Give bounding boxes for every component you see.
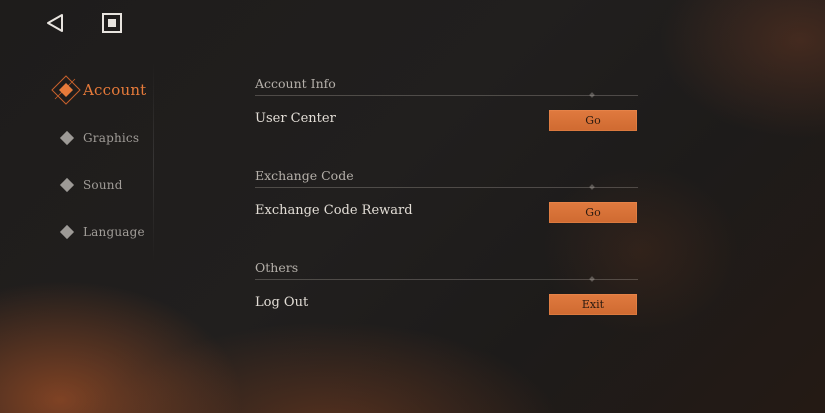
diamond-icon [59, 224, 75, 240]
settings-sidebar: Account Graphics Sound Language [0, 60, 155, 280]
sidebar-divider [153, 62, 154, 262]
section-title-exchange-code: Exchange Code [255, 168, 354, 183]
exchange-code-go-button[interactable]: Go [549, 202, 637, 223]
sidebar-item-label: Sound [83, 178, 123, 192]
sidebar-item-language[interactable]: Language [0, 217, 155, 247]
sidebar-item-label: Graphics [83, 131, 140, 145]
section-divider [255, 187, 638, 188]
sidebar-item-label: Language [83, 225, 145, 239]
sidebar-item-graphics[interactable]: Graphics [0, 123, 155, 153]
section-divider [255, 279, 638, 280]
sidebar-item-label: Account [83, 81, 147, 99]
exchange-code-reward-label: Exchange Code Reward [255, 203, 413, 218]
section-title-account-info: Account Info [255, 76, 336, 91]
log-out-label: Log Out [255, 295, 309, 310]
diamond-icon [59, 177, 75, 193]
section-title-others: Others [255, 260, 299, 275]
stop-square-icon [102, 13, 122, 33]
user-center-label: User Center [255, 111, 336, 126]
sidebar-item-sound[interactable]: Sound [0, 170, 155, 200]
user-center-go-button[interactable]: Go [549, 110, 637, 131]
back-triangle-icon [47, 14, 63, 32]
sidebar-item-account[interactable]: Account [0, 75, 155, 105]
active-diamond-icon [51, 75, 81, 105]
log-out-exit-button[interactable]: Exit [549, 294, 637, 315]
back-button[interactable] [42, 10, 68, 36]
stop-button[interactable] [99, 10, 125, 36]
section-divider [255, 95, 638, 96]
diamond-icon [59, 130, 75, 146]
